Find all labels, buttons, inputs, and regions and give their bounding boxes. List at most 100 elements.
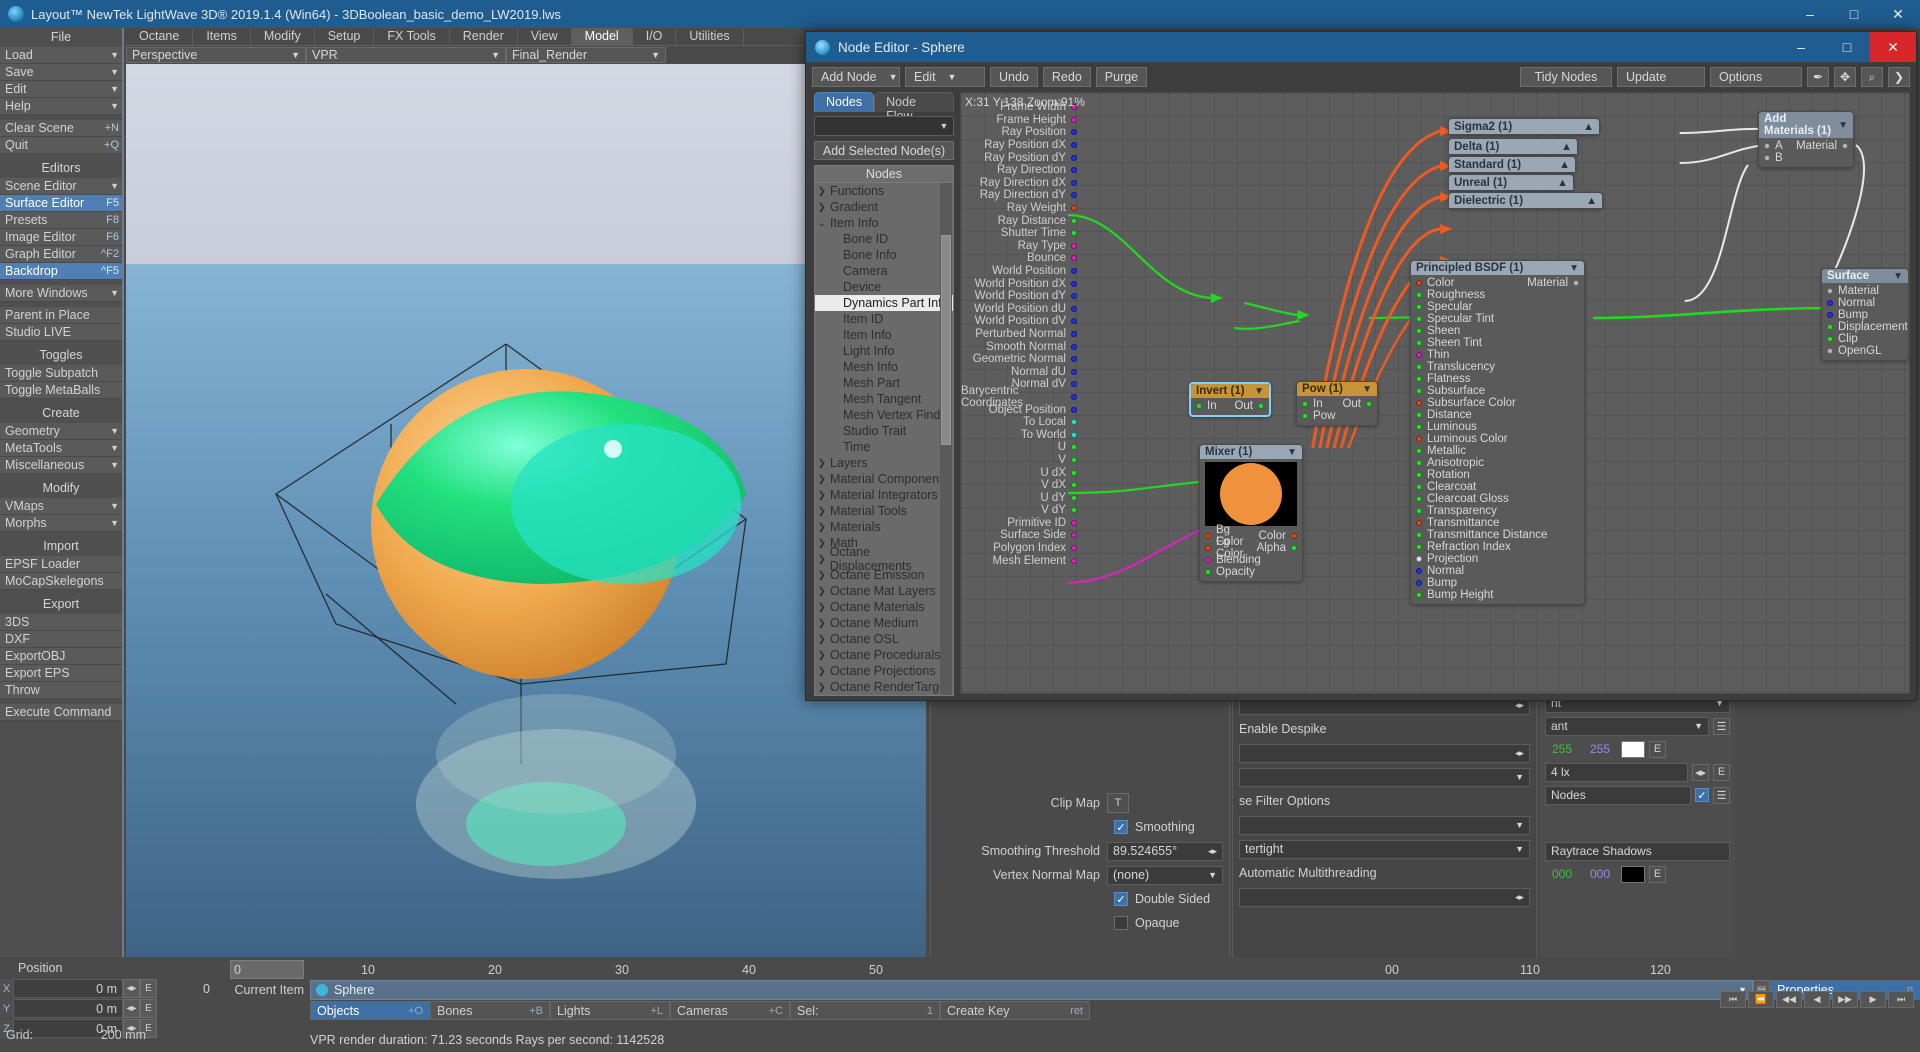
input-port-row[interactable]: Ray Position dY (961, 151, 1077, 164)
edit-dropdown[interactable]: Edit ▼ (905, 67, 985, 87)
menu-tab-i-o[interactable]: I/O (632, 28, 677, 45)
axis-x-field[interactable]: 0 m (13, 979, 123, 998)
port-row[interactable]: Fg Color Alpha (1200, 536, 1302, 560)
search-icon[interactable]: ⌕ (1861, 67, 1883, 87)
port-dot-icon[interactable] (1071, 116, 1077, 123)
input-port-row[interactable]: Ray Weight (961, 202, 1077, 215)
node-tree-item-camera[interactable]: Camera (815, 263, 953, 279)
port-dot-icon[interactable] (1071, 154, 1077, 161)
port-dot-icon[interactable] (1302, 413, 1308, 419)
port-row[interactable]: Subsurface Color (1411, 397, 1584, 409)
view-mode-dropdown[interactable]: Perspective ▼ (126, 47, 306, 63)
node-principled-bsdf-header[interactable]: Principled BSDF (1) ▼ (1411, 261, 1584, 275)
sidebar-item-parent-in-place[interactable]: Parent in Place (0, 307, 122, 324)
input-port-row[interactable]: Ray Direction dX (961, 177, 1077, 190)
sidebar-item-dxf[interactable]: DXF (0, 631, 122, 648)
menu-tab-utilities[interactable]: Utilities (676, 28, 744, 45)
render-preset-dropdown[interactable]: Final_Render ▼ (506, 47, 666, 63)
port-dot-icon[interactable] (1827, 300, 1833, 306)
port-dot-icon[interactable] (1416, 580, 1422, 586)
port-dot-icon[interactable] (1416, 340, 1422, 346)
sidebar-item-3ds[interactable]: 3DS (0, 614, 122, 631)
port-row[interactable]: Transmittance Distance (1411, 529, 1584, 541)
port-dot-icon[interactable] (1416, 508, 1422, 514)
chevron-down-icon[interactable]: ▼ (1362, 384, 1372, 395)
node-editor-minimize-button[interactable]: – (1778, 32, 1824, 62)
port-dot-icon[interactable] (1416, 436, 1422, 442)
port-dot-icon[interactable] (1071, 217, 1077, 224)
port-dot-icon[interactable] (1291, 533, 1297, 539)
node-mixer[interactable]: Mixer (1) ▼ Bg Color Color Fg Color Alph… (1199, 444, 1303, 582)
node-surface[interactable]: Surface ▼ Material Normal Bump Displacement… (1821, 268, 1909, 361)
node-tree-item-bone-info[interactable]: Bone Info (815, 247, 953, 263)
port-dot-icon[interactable] (1071, 482, 1077, 489)
axis-x-button[interactable]: X (0, 979, 13, 998)
chevron-down-icon[interactable]: ▼ (110, 67, 119, 77)
port-row[interactable]: Translucency (1411, 361, 1584, 373)
port-dot-icon[interactable] (1071, 419, 1077, 426)
options-button[interactable]: Options (1710, 67, 1802, 87)
chevron-right-icon[interactable]: ❯ (818, 650, 830, 661)
port-row[interactable]: Rotation (1411, 469, 1584, 481)
port-dot-icon[interactable] (1416, 316, 1422, 322)
port-row[interactable]: Normal (1411, 565, 1584, 577)
port-dot-icon[interactable] (1416, 364, 1422, 370)
node-tree-item-octane-rendertarget[interactable]: ❯ Octane RenderTarget (815, 679, 953, 695)
node-header[interactable]: Delta (1) ▲ (1449, 139, 1577, 154)
port-dot-icon[interactable] (1827, 336, 1833, 342)
sidebar-item-export-eps[interactable]: Export EPS (0, 665, 122, 682)
stepper-icon[interactable]: ◂▸ (1692, 763, 1709, 781)
envelope-icon[interactable]: ☰ (1713, 717, 1730, 735)
chevron-up-icon[interactable]: ▲ (1561, 141, 1572, 153)
vertex-normal-map-dropdown[interactable]: (none) ▼ (1107, 865, 1223, 885)
node-add-materials[interactable]: Add Materials (1) ▼ A Material B (1758, 111, 1854, 168)
sidebar-item-execute-command[interactable]: Execute Command (0, 704, 122, 721)
input-port-row[interactable]: V (961, 454, 1077, 467)
node-pow-header[interactable]: Pow (1) ▼ (1297, 382, 1377, 396)
port-output[interactable]: Alpha (1257, 542, 1297, 554)
port-dot-icon[interactable] (1416, 460, 1422, 466)
node-tree-item-light-info[interactable]: Light Info (815, 343, 953, 359)
port-dot-icon[interactable] (1071, 230, 1077, 237)
port-dot-icon[interactable] (1071, 167, 1077, 174)
port-row[interactable]: Clip (1822, 333, 1908, 345)
sidebar-item-load[interactable]: Load ▼ (0, 47, 122, 64)
port-dot-icon[interactable] (1071, 393, 1077, 400)
node-tree-list[interactable]: ❯ Functions ❯ Gradient ⌄ Item Info Bone ID Bone… (814, 183, 954, 696)
port-dot-icon[interactable] (1416, 376, 1422, 382)
input-port-row[interactable]: World Position dU (961, 303, 1077, 316)
input-port-row[interactable]: World Position (961, 265, 1077, 278)
watertight-dropdown[interactable]: tertight ▼ (1239, 839, 1530, 859)
port-row[interactable]: Color Material (1411, 277, 1584, 289)
port-dot-icon[interactable] (1416, 496, 1422, 502)
stepper-icon[interactable]: ◂▸ (1515, 892, 1524, 903)
port-row[interactable]: Pow (1297, 410, 1377, 422)
port-dot-icon[interactable] (1071, 255, 1077, 262)
sidebar-item-presets[interactable]: Presets F8 (0, 212, 122, 229)
chevron-right-icon[interactable]: ❯ (818, 618, 830, 629)
raytrace-shadows-field[interactable]: Raytrace Shadows (1545, 841, 1730, 861)
input-port-row[interactable]: U (961, 441, 1077, 454)
port-dot-icon[interactable] (1071, 494, 1077, 501)
chevron-right-icon[interactable]: ❯ (818, 202, 830, 213)
port-dot-icon[interactable] (1071, 280, 1077, 287)
port-row[interactable]: A Material (1759, 140, 1853, 152)
node-tree-item-octane-medium[interactable]: ❯ Octane Medium (815, 615, 953, 631)
port-row[interactable]: In Out (1297, 398, 1377, 410)
port-dot-icon[interactable] (1071, 356, 1077, 363)
node-sigma2-1[interactable]: Sigma2 (1) ▲ (1448, 118, 1600, 135)
node-delta-1[interactable]: Delta (1) ▲ (1448, 138, 1578, 155)
sidebar-item-image-editor[interactable]: Image Editor F6 (0, 229, 122, 246)
menu-tab-items[interactable]: Items (193, 28, 251, 45)
port-row[interactable]: Transparency (1411, 505, 1584, 517)
move-icon[interactable]: ✥ (1834, 67, 1856, 87)
node-invert[interactable]: Invert (1) ▼ In Out (1189, 382, 1271, 417)
port-row[interactable]: B (1759, 152, 1853, 164)
current-item-dropdown[interactable]: Sphere ▼ (310, 980, 1753, 1000)
port-row[interactable]: Distance (1411, 409, 1584, 421)
smoothing-threshold-field[interactable]: 89.524655° ◂▸ (1107, 841, 1223, 861)
menu-tab-octane[interactable]: Octane (126, 28, 194, 45)
port-dot-icon[interactable] (1416, 304, 1422, 310)
node-add-materials-header[interactable]: Add Materials (1) ▼ (1759, 112, 1853, 138)
port-row[interactable]: Anisotropic (1411, 457, 1584, 469)
